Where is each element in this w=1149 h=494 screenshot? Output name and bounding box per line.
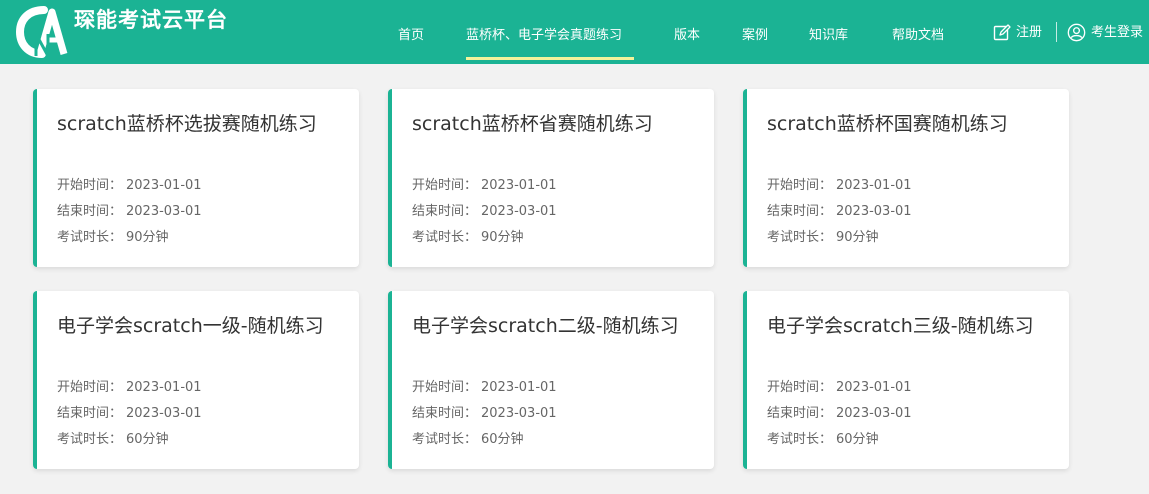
- top-header: 琛能考试云平台 首页 蓝桥杯、电子学会真题练习 版本 案例 知识库 帮助文档 注…: [0, 0, 1149, 64]
- card-start: 开始时间： 2023-01-01: [57, 178, 202, 193]
- exam-card[interactable]: scratch蓝桥杯选拔赛随机练习 开始时间： 2023-01-01 结束时间： 2…: [33, 89, 359, 267]
- card-title: 电子学会scratch一级-随机练习: [57, 315, 324, 337]
- logo-icon[interactable]: [14, 4, 70, 60]
- card-start: 开始时间： 2023-01-01: [767, 178, 912, 193]
- card-title: scratch蓝桥杯选拔赛随机练习: [57, 113, 317, 135]
- card-accent-bar: [743, 89, 747, 267]
- card-duration: 考试时长： 60分钟: [767, 432, 879, 447]
- card-end: 结束时间： 2023-03-01: [57, 406, 202, 421]
- login-label: 考生登录: [1091, 25, 1144, 40]
- login-link[interactable]: 考生登录: [1067, 21, 1143, 45]
- card-title: 电子学会scratch三级-随机练习: [767, 315, 1034, 337]
- card-duration: 考试时长： 60分钟: [412, 432, 524, 447]
- card-title: scratch蓝桥杯国赛随机练习: [767, 113, 1008, 135]
- card-end: 结束时间： 2023-03-01: [412, 204, 557, 219]
- nav-home[interactable]: 首页: [398, 24, 424, 48]
- card-end: 结束时间： 2023-03-01: [412, 406, 557, 421]
- exam-card[interactable]: scratch蓝桥杯省赛随机练习 开始时间： 2023-01-01 结束时间： 20…: [388, 89, 714, 267]
- card-title: 电子学会scratch二级-随机练习: [412, 315, 679, 337]
- card-accent-bar: [33, 291, 37, 469]
- card-duration: 考试时长： 90分钟: [767, 230, 879, 245]
- user-icon: [1067, 23, 1086, 42]
- register-link[interactable]: 注册: [993, 21, 1042, 45]
- header-divider: [1056, 22, 1057, 42]
- exam-card[interactable]: scratch蓝桥杯国赛随机练习 开始时间： 2023-01-01 结束时间： 20…: [743, 89, 1069, 267]
- card-start: 开始时间： 2023-01-01: [412, 178, 557, 193]
- nav-cases[interactable]: 案例: [742, 24, 768, 48]
- nav-knowledge[interactable]: 知识库: [809, 24, 848, 48]
- card-end: 结束时间： 2023-03-01: [57, 204, 202, 219]
- card-start: 开始时间： 2023-01-01: [767, 380, 912, 395]
- card-accent-bar: [388, 89, 392, 267]
- card-duration: 考试时长： 90分钟: [57, 230, 169, 245]
- card-accent-bar: [33, 89, 37, 267]
- card-duration: 考试时长： 60分钟: [57, 432, 169, 447]
- exam-card[interactable]: 电子学会scratch三级-随机练习 开始时间： 2023-01-01 结束时间：…: [743, 291, 1069, 469]
- brand-name: 琛能考试云平台: [74, 8, 228, 32]
- card-accent-bar: [743, 291, 747, 469]
- card-start: 开始时间： 2023-01-01: [412, 380, 557, 395]
- nav-practice[interactable]: 蓝桥杯、电子学会真题练习: [466, 24, 622, 48]
- exam-card[interactable]: 电子学会scratch一级-随机练习 开始时间： 2023-01-01 结束时间：…: [33, 291, 359, 469]
- edit-icon: [993, 23, 1011, 40]
- card-start: 开始时间： 2023-01-01: [57, 380, 202, 395]
- nav-version[interactable]: 版本: [674, 24, 700, 48]
- card-end: 结束时间： 2023-03-01: [767, 406, 912, 421]
- exam-card[interactable]: 电子学会scratch二级-随机练习 开始时间： 2023-01-01 结束时间：…: [388, 291, 714, 469]
- nav-active-indicator: [466, 57, 634, 60]
- card-end: 结束时间： 2023-03-01: [767, 204, 912, 219]
- card-duration: 考试时长： 90分钟: [412, 230, 524, 245]
- register-label: 注册: [1016, 25, 1043, 40]
- nav-help-docs[interactable]: 帮助文档: [892, 24, 944, 48]
- card-accent-bar: [388, 291, 392, 469]
- card-title: scratch蓝桥杯省赛随机练习: [412, 113, 653, 135]
